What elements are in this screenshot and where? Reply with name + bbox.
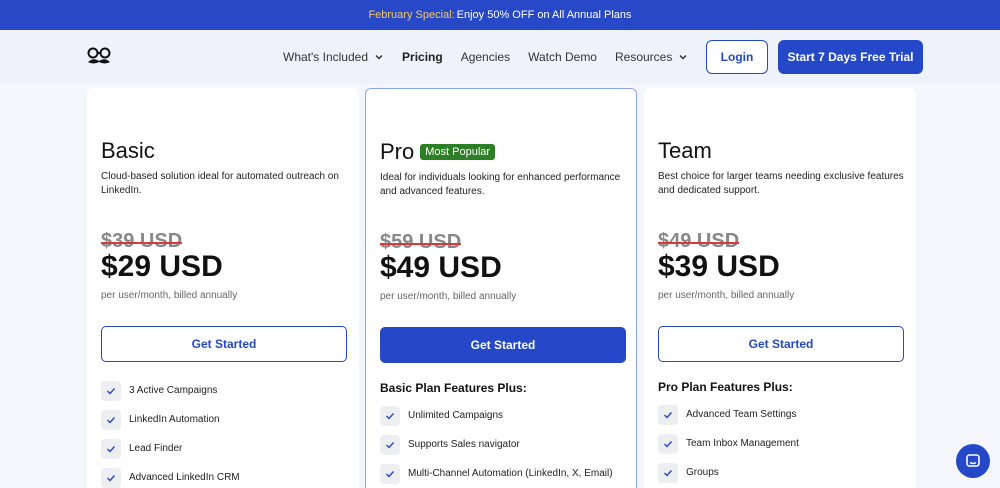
nav-item-label: Agencies (460, 50, 511, 64)
feature-text: Supports Sales navigator (408, 439, 520, 450)
check-icon (101, 409, 121, 430)
list-item: Unlimited Campaigns (380, 401, 626, 430)
pricing-card-pro: Pro Most Popular Ideal for individuals l… (365, 88, 637, 488)
feature-text: Unlimited Campaigns (408, 410, 504, 421)
features-heading: Basic Plan Features Plus: (380, 381, 527, 395)
nav-item-whats-included[interactable]: What's Included (283, 50, 384, 64)
chat-icon (966, 454, 980, 467)
discounted-price: $39 USD (658, 250, 780, 283)
billing-note: per user/month, billed annually (380, 291, 517, 302)
check-icon (380, 434, 400, 455)
promo-text: Enjoy 50% OFF on All Annual Plans (456, 9, 632, 21)
pricing-card-basic: Basic Cloud-based solution ideal for aut… (87, 88, 359, 488)
chevron-down-icon (679, 54, 687, 60)
promo-banner: February Special: Enjoy 50% OFF on All A… (0, 0, 1000, 30)
check-icon (101, 467, 121, 488)
nav-item-label: What's Included (283, 50, 369, 64)
check-icon (658, 404, 678, 425)
feature-list: Advanced Team Settings Team Inbox Manage… (658, 400, 904, 487)
billing-note: per user/month, billed annually (658, 290, 795, 301)
feature-text: Advanced Team Settings (686, 409, 797, 420)
feature-text: Lead Finder (129, 443, 183, 454)
features-heading: Pro Plan Features Plus: (658, 380, 793, 394)
nav-item-watch-demo[interactable]: Watch Demo (528, 50, 597, 64)
plan-name-text: Team (658, 138, 712, 163)
free-trial-button[interactable]: Start 7 Days Free Trial (778, 40, 923, 74)
list-item: Team Inbox Management (658, 429, 904, 458)
discounted-price: $49 USD (380, 251, 502, 284)
feature-text: Team Inbox Management (686, 438, 799, 449)
nav-item-label: Pricing (402, 50, 443, 64)
nav-menu: What's Included Pricing Agencies Watch D… (283, 30, 706, 84)
list-item: Groups (658, 458, 904, 487)
feature-text: Advanced LinkedIn CRM (129, 472, 240, 483)
feature-list: 3 Active Campaigns LinkedIn Automation L… (101, 376, 347, 488)
plan-description: Cloud-based solution ideal for automated… (101, 171, 339, 196)
feature-text: 3 Active Campaigns (129, 385, 218, 396)
list-item: Advanced LinkedIn CRM (101, 463, 347, 488)
check-icon (101, 438, 121, 459)
plan-description: Best choice for larger teams needing exc… (658, 171, 904, 196)
check-icon (658, 433, 678, 454)
check-icon (380, 405, 400, 426)
mustache-glasses-logo-icon[interactable] (86, 47, 112, 67)
plan-description: Ideal for individuals looking for enhanc… (380, 172, 621, 197)
plan-name: Basic (101, 138, 155, 164)
chevron-down-icon (375, 54, 383, 60)
nav-item-label: Watch Demo (528, 50, 597, 64)
login-button[interactable]: Login (706, 40, 768, 74)
chat-widget-button[interactable] (956, 444, 990, 478)
get-started-button-team[interactable]: Get Started (658, 326, 904, 362)
get-started-button-basic[interactable]: Get Started (101, 326, 347, 362)
list-item: Multi-Channel Automation (LinkedIn, X, E… (380, 459, 626, 488)
feature-text: LinkedIn Automation (129, 414, 220, 425)
check-icon (658, 462, 678, 483)
discounted-price: $29 USD (101, 250, 223, 283)
list-item: Advanced Team Settings (658, 400, 904, 429)
plan-name: Pro Most Popular (380, 139, 496, 165)
billing-note: per user/month, billed annually (101, 290, 238, 301)
check-icon (380, 463, 400, 484)
most-popular-badge: Most Popular (420, 144, 496, 160)
get-started-button-pro[interactable]: Get Started (380, 327, 626, 363)
list-item: LinkedIn Automation (101, 405, 347, 434)
nav-item-pricing[interactable]: Pricing (402, 50, 443, 64)
plan-name-text: Basic (101, 138, 155, 163)
list-item: Supports Sales navigator (380, 430, 626, 459)
top-navigation: What's Included Pricing Agencies Watch D… (0, 30, 1000, 84)
feature-text: Groups (686, 467, 719, 478)
list-item: Lead Finder (101, 434, 347, 463)
nav-item-agencies[interactable]: Agencies (461, 50, 510, 64)
feature-text: Multi-Channel Automation (LinkedIn, X, E… (408, 468, 613, 479)
check-icon (101, 380, 121, 401)
feature-list: Unlimited Campaigns Supports Sales navig… (380, 401, 626, 488)
pricing-card-team: Team Best choice for larger teams needin… (644, 88, 916, 488)
nav-item-resources[interactable]: Resources (615, 50, 688, 64)
plan-name-text: Pro (380, 139, 415, 164)
list-item: 3 Active Campaigns (101, 376, 347, 405)
plan-name: Team (658, 138, 712, 164)
promo-highlight: February Special: (368, 9, 455, 21)
nav-item-label: Resources (614, 50, 673, 64)
